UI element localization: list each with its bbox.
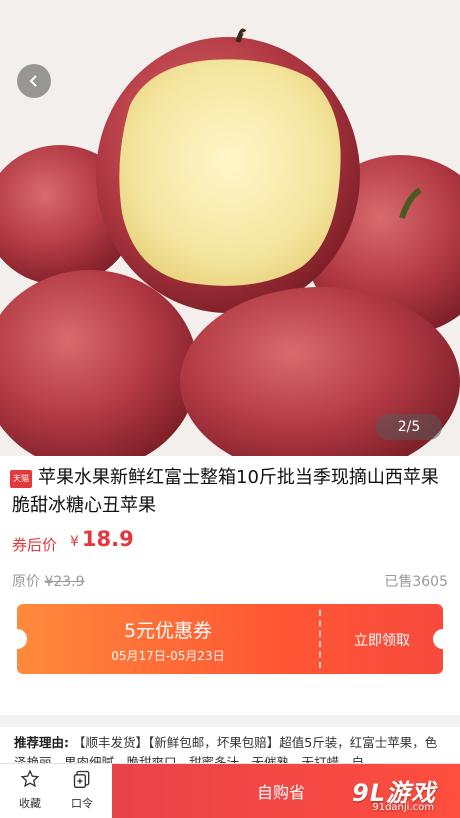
sold-count: 已售3605 (384, 574, 448, 590)
original-price: 原价 ¥23.9 (12, 571, 85, 591)
original-price-value: ¥23.9 (44, 574, 85, 590)
coupon-dates: 05月17日-05月23日 (111, 649, 225, 663)
coupon-card[interactable]: 5元优惠券 05月17日-05月23日 立即领取 (17, 604, 443, 674)
bottom-bar: 收藏 口令 自购省 9L游戏 91danji.com (0, 763, 460, 818)
favorite-button[interactable]: 收藏 (6, 769, 54, 811)
buy-label: 自购省 (257, 783, 306, 802)
image-counter: 2/5 (376, 414, 442, 440)
password-label: 口令 (71, 797, 93, 810)
price-value: 18.9 (81, 527, 134, 551)
reason-label: 推荐理由: (14, 735, 69, 750)
copy-code-icon (73, 770, 90, 788)
product-title: 苹果水果新鲜红富士整箱10斤批当季现摘山西苹果脆甜冰糖心丑苹果 (12, 467, 439, 516)
price: ¥18.9 (70, 527, 134, 551)
star-icon (20, 769, 40, 788)
buy-button[interactable]: 自购省 9L游戏 91danji.com (112, 764, 460, 818)
password-button[interactable]: 口令 (58, 769, 106, 811)
apple-photo (0, 0, 460, 456)
price-label: 券后价 (12, 536, 58, 554)
watermark-url: 91danji.com (372, 802, 434, 813)
watermark: 9L游戏 91danji.com (342, 770, 454, 816)
claim-coupon-button[interactable]: 立即领取 (321, 630, 443, 650)
product-info: 天猫 苹果水果新鲜红富士整箱10斤批当季现摘山西苹果脆甜冰糖心丑苹果 券后价 ¥… (0, 456, 460, 715)
coupon-title: 5元优惠券 (123, 620, 213, 642)
recommendation-reason: 推荐理由: 【顺丰发货】【新鲜包邮，坏果包赔】超值5斤装，红富士苹果，色泽艳丽，… (0, 727, 460, 767)
chevron-left-icon (29, 75, 37, 87)
currency-symbol: ¥ (70, 534, 79, 550)
back-button[interactable] (17, 64, 51, 98)
original-price-label: 原价 (12, 574, 40, 590)
product-image[interactable]: 2/5 (0, 0, 460, 456)
favorite-label: 收藏 (19, 797, 41, 810)
